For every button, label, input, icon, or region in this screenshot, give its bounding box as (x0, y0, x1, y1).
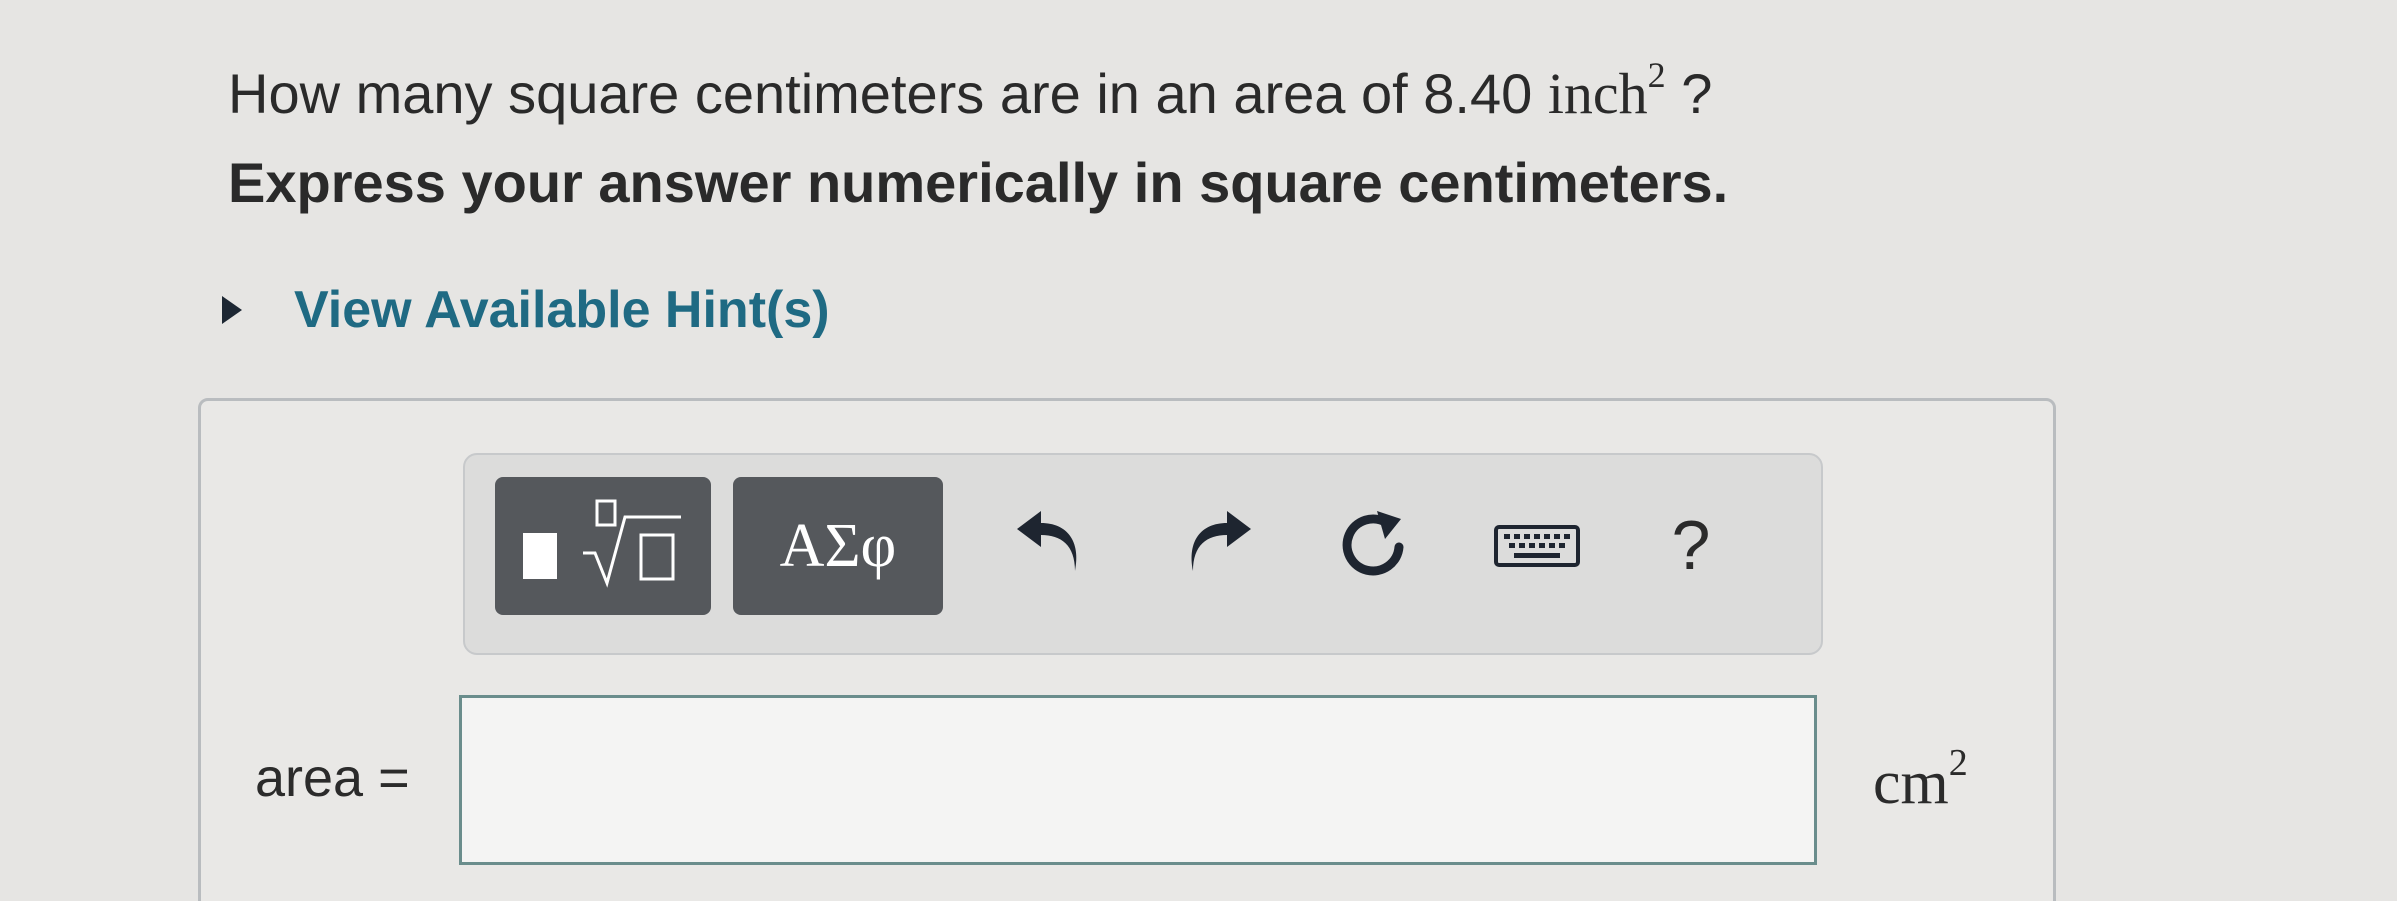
reset-icon (1342, 511, 1404, 576)
symbols-label: ΑΣφ (779, 511, 897, 580)
view-hints-toggle[interactable]: View Available Hint(s) (222, 278, 830, 342)
answer-unit: cm2 (1873, 741, 1968, 819)
help-button[interactable]: ? (1641, 495, 1741, 595)
view-hints-label[interactable]: View Available Hint(s) (294, 278, 830, 342)
undo-button[interactable] (1001, 495, 1101, 595)
question-unit-exponent: 2 (1647, 55, 1666, 95)
question-unit-base: inch (1547, 61, 1648, 126)
answer-panel: ΑΣφ ? area = cm2 (198, 398, 2056, 901)
math-toolbar: ΑΣφ ? (463, 453, 1823, 655)
keyboard-button[interactable] (1487, 495, 1587, 595)
answer-unit-exponent: 2 (1948, 742, 1968, 784)
templates-icon (523, 499, 681, 588)
symbols-button[interactable]: ΑΣφ (733, 477, 943, 615)
question-page: How many square centimeters are in an ar… (0, 0, 2397, 901)
question-text: How many square centimeters are in an ar… (228, 40, 1712, 129)
help-label: ? (1671, 506, 1711, 584)
reset-button[interactable] (1325, 495, 1425, 595)
keyboard-icon (1494, 525, 1580, 567)
answer-label: area = (255, 748, 410, 808)
question-suffix: ? (1681, 62, 1713, 125)
answer-unit-base: cm (1873, 749, 1949, 817)
answer-input[interactable] (459, 695, 1817, 865)
question-prefix: How many square centimeters are in an ar… (228, 62, 1533, 125)
instruction-text: Express your answer numerically in squar… (228, 151, 1729, 214)
undo-icon (1017, 511, 1077, 571)
question-unit: inch2 (1547, 55, 1666, 126)
redo-button[interactable] (1167, 495, 1267, 595)
expand-triangle-icon[interactable] (222, 296, 242, 324)
templates-button[interactable] (495, 477, 711, 615)
redo-icon (1191, 511, 1251, 571)
